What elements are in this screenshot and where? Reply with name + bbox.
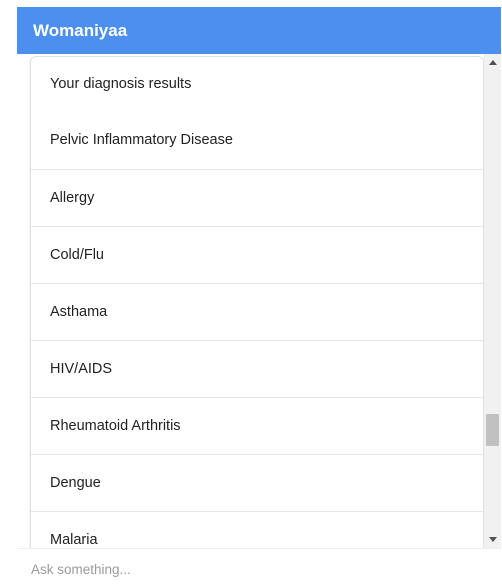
result-item-dengue[interactable]: Dengue	[31, 454, 483, 511]
triangle-down-icon	[488, 537, 497, 542]
scroll-up-button[interactable]	[484, 54, 501, 71]
triangle-up-icon	[488, 60, 497, 65]
result-item-allergy[interactable]: Allergy	[31, 169, 483, 226]
result-item-pelvic-inflammatory-disease[interactable]: Pelvic Inflammatory Disease	[31, 111, 483, 169]
vertical-scrollbar[interactable]	[484, 54, 501, 548]
result-item-cold-flu[interactable]: Cold/Flu	[31, 226, 483, 283]
result-item-malaria[interactable]: Malaria	[31, 511, 483, 548]
chat-input-bar	[17, 548, 501, 584]
app-title: Womaniyaa	[33, 20, 128, 40]
chat-scroll-area[interactable]: Your diagnosis results Pelvic Inflammato…	[17, 54, 501, 548]
ask-input[interactable]	[31, 562, 471, 577]
scroll-down-button[interactable]	[484, 531, 501, 548]
results-title: Your diagnosis results	[50, 76, 192, 92]
diagnosis-results-card: Your diagnosis results Pelvic Inflammato…	[30, 56, 484, 548]
app-header: Womaniyaa	[17, 7, 501, 54]
result-item-hiv-aids[interactable]: HIV/AIDS	[31, 340, 483, 397]
result-item-asthama[interactable]: Asthama	[31, 283, 483, 340]
scrollbar-thumb[interactable]	[486, 414, 499, 446]
result-item-rheumatoid-arthritis[interactable]: Rheumatoid Arthritis	[31, 397, 483, 454]
